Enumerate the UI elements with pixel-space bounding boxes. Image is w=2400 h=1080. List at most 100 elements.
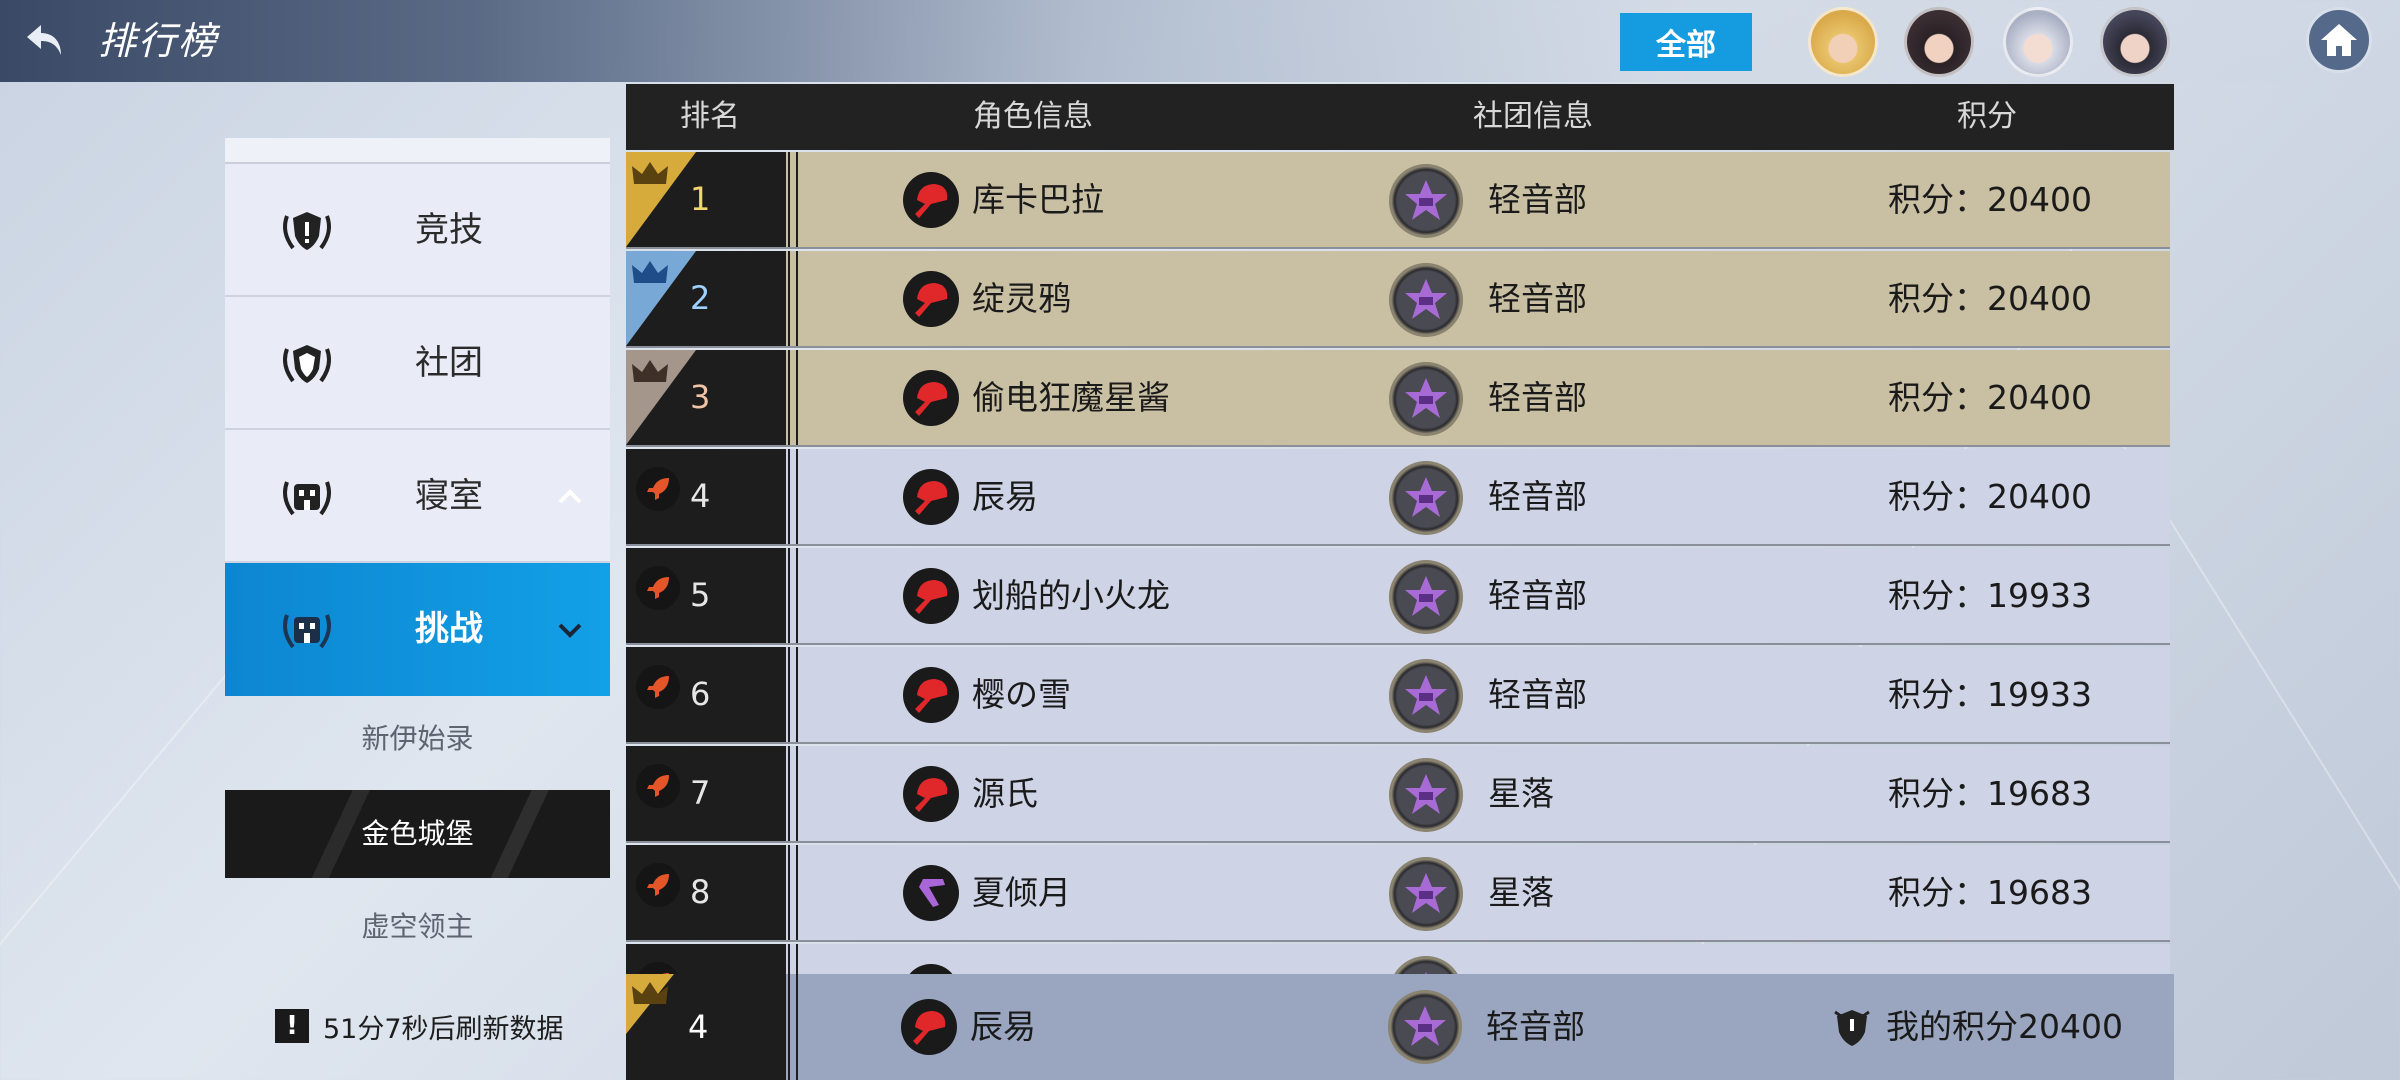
avatar-blonde[interactable] [1808, 7, 1878, 77]
rank-number: 8 [690, 873, 711, 911]
score-value: 积分：19683 [1888, 873, 2092, 912]
guild-emblem-icon[interactable] [1389, 560, 1463, 634]
character-class-icon [903, 766, 959, 822]
rank-cell: 8 [626, 845, 798, 940]
guild-emblem-icon[interactable] [1389, 857, 1463, 931]
character-name[interactable]: 夏倾月 [972, 845, 1071, 940]
score-value: 积分：20400 [1888, 378, 2092, 417]
my-character-name: 辰易 [970, 1007, 1036, 1046]
sidebar-item-guild[interactable]: 社团 [225, 297, 610, 430]
table-row[interactable]: 3 偷电狂魔星酱 轻音部 积分：20400 [626, 350, 2170, 447]
sidebar-item-label: 寝室 [415, 476, 483, 516]
guild-name: 轻音部 [1488, 378, 1587, 417]
leaderboard-table: 排名 角色信息 社团信息 积分 1 库卡巴拉 轻音部 积分：20400 2 绽灵鸦 轻音部积… [626, 84, 2174, 1038]
character-class-icon [903, 865, 959, 921]
chevron-down-icon[interactable] [554, 613, 586, 645]
character-name[interactable]: 绽灵鸦 [972, 251, 1071, 346]
my-rank-number: 4 [688, 1008, 709, 1046]
character-name[interactable]: 偷电狂魔星酱 [972, 350, 1170, 445]
score-value: 积分：19933 [1888, 675, 2092, 714]
subitem-golden-castle[interactable]: 金色城堡 [225, 790, 610, 878]
rank-number: 2 [690, 279, 711, 317]
character-name[interactable]: 辰易 [972, 449, 1038, 544]
table-row[interactable]: 7 源氏 星落 积分：19683 [626, 746, 2170, 843]
sidebar-item-label: 社团 [415, 343, 483, 383]
rank-cell: 7 [626, 746, 798, 841]
sidebar-item-arena[interactable]: 竞技 [225, 164, 610, 297]
rocket-icon [636, 665, 680, 709]
character-name[interactable]: 樱の雪 [972, 647, 1071, 742]
back-button[interactable] [18, 14, 72, 68]
warning-icon: ! [275, 1009, 309, 1043]
guild-emblem-icon [1388, 990, 1462, 1064]
filter-all-button[interactable]: 全部 [1620, 13, 1752, 71]
table-row[interactable]: 4 辰易 轻音部 积分：20400 [626, 449, 2170, 546]
header-score: 积分 [1957, 99, 2017, 134]
table-row[interactable]: 8 夏倾月 星落 积分：19683 [626, 845, 2170, 942]
laurel-building-icon [283, 481, 331, 516]
table-header: 排名 角色信息 社团信息 积分 [626, 84, 2174, 150]
table-row[interactable]: 5 划船的小火龙 轻音部 积分：19933 [626, 548, 2170, 645]
crown-icon [632, 162, 668, 184]
guild-name: 星落 [1488, 774, 1554, 813]
guild-emblem-icon[interactable] [1389, 758, 1463, 832]
rank-cell: 2 [626, 251, 798, 346]
leaderboard-rows[interactable]: 1 库卡巴拉 轻音部 积分：20400 2 绽灵鸦 轻音部 积分：20400 3 偷电狂魔星酱 轻音… [626, 150, 2174, 1038]
avatar-dark-hair[interactable] [2100, 7, 2170, 77]
rank-number: 7 [690, 774, 711, 812]
rank-cell: 1 [626, 152, 798, 247]
crown-icon [632, 360, 668, 382]
character-name[interactable]: 源氏 [972, 746, 1038, 841]
header-rank: 排名 [680, 99, 740, 134]
my-guild-name: 轻音部 [1486, 1007, 1585, 1046]
my-score: 我的积分20400 [1886, 1007, 2123, 1046]
subitem-void-lord[interactable]: 虚空领主 [225, 896, 610, 958]
refresh-notice: ! 51分7秒后刷新数据 [275, 1006, 564, 1046]
avatar-silver-hair[interactable] [2003, 7, 2073, 77]
rank-cell: 3 [626, 350, 798, 445]
score-value: 积分：20400 [1888, 180, 2092, 219]
guild-emblem-icon[interactable] [1389, 164, 1463, 238]
shield-score-icon [1834, 1010, 1870, 1046]
character-name[interactable]: 划船的小火龙 [972, 548, 1170, 643]
rocket-icon [636, 863, 680, 907]
table-row[interactable]: 1 库卡巴拉 轻音部 积分：20400 [626, 152, 2170, 249]
guild-emblem-icon[interactable] [1389, 263, 1463, 337]
avatar-black-hair[interactable] [1904, 7, 1974, 77]
character-class-icon [903, 370, 959, 426]
rank-cell: 6 [626, 647, 798, 742]
my-rank-row: 4 辰易 轻音部 我的积分20400 [626, 974, 2174, 1080]
home-icon [2321, 24, 2357, 56]
score-value: 积分：20400 [1888, 279, 2092, 318]
sidebar-item-label: 竞技 [415, 210, 483, 250]
rocket-icon [636, 467, 680, 511]
guild-name: 轻音部 [1488, 675, 1587, 714]
sidebar-item-challenge[interactable]: 挑战 [225, 563, 610, 696]
sidebar-top-edge [225, 138, 610, 164]
character-name[interactable]: 库卡巴拉 [972, 152, 1104, 247]
refresh-countdown-text: 51分7秒后刷新数据 [323, 1013, 564, 1045]
guild-emblem-icon[interactable] [1389, 659, 1463, 733]
page-title: 排行榜 [98, 19, 219, 63]
back-arrow-icon [27, 25, 61, 55]
guild-name: 星落 [1488, 873, 1554, 912]
top-bar: 排行榜 全部 [0, 0, 2400, 82]
guild-emblem-icon[interactable] [1389, 362, 1463, 436]
rank-cell: 4 [626, 974, 798, 1080]
character-class-icon [903, 172, 959, 228]
table-row[interactable]: 6 樱の雪 轻音部 积分：19933 [626, 647, 2170, 744]
crown-icon [632, 261, 668, 283]
rocket-icon [636, 764, 680, 808]
home-button[interactable] [2306, 7, 2372, 73]
subitem-new-beginning[interactable]: 新伊始录 [225, 708, 610, 770]
chevron-up-icon[interactable] [554, 480, 586, 512]
sidebar-item-dorm[interactable]: 寝室 [225, 430, 610, 563]
table-row[interactable]: 2 绽灵鸦 轻音部 积分：20400 [626, 251, 2170, 348]
header-character: 角色信息 [973, 99, 1093, 134]
character-class-icon [903, 469, 959, 525]
rank-cell: 5 [626, 548, 798, 643]
laurel-shield-icon [283, 212, 331, 250]
guild-emblem-icon[interactable] [1389, 461, 1463, 535]
character-class-icon [901, 999, 957, 1055]
rank-cell: 4 [626, 449, 798, 544]
